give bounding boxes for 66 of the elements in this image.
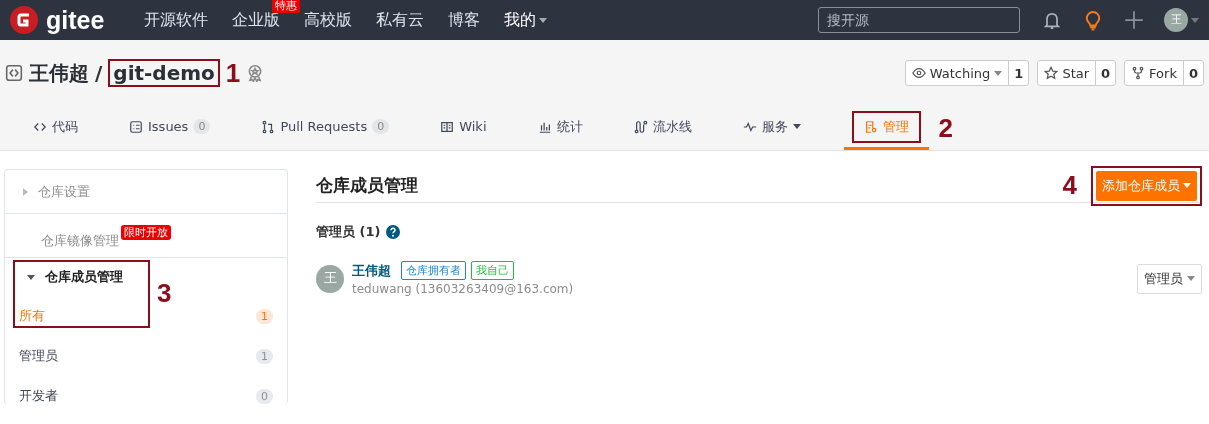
sidebar-section[interactable]: 仓库镜像管理 限时开放 [5, 214, 287, 258]
tab-count: 0 [372, 119, 390, 134]
caret-icon [1187, 276, 1195, 281]
pull-request-icon [261, 119, 276, 134]
pipeline-icon [633, 119, 648, 134]
document-gear-icon [863, 119, 878, 134]
nav-link[interactable]: 私有云 [376, 9, 425, 31]
repo-tab[interactable]: 代码 [25, 106, 86, 150]
caret-icon [1183, 183, 1191, 188]
callout-box: 管理 [851, 110, 921, 143]
action-count[interactable]: 0 [1096, 61, 1116, 85]
role-dropdown[interactable]: 管理员 [1137, 263, 1202, 294]
sidebar-item[interactable]: 开发者 0 [5, 376, 287, 404]
repo-tab[interactable]: Wiki [432, 106, 495, 150]
repo-tab[interactable]: 流水线 [625, 106, 700, 150]
nav-link[interactable]: 开源软件 [144, 9, 209, 31]
group-title: 管理员 (1) [316, 223, 381, 241]
promo-badge: 限时开放 [121, 225, 171, 240]
sidebar-section[interactable]: 仓库成员管理 [5, 258, 145, 296]
member-tag: 仓库拥有者 [401, 261, 466, 280]
help-icon[interactable] [386, 225, 401, 239]
bell-icon [1042, 10, 1062, 30]
repo-tab[interactable]: 统计 [529, 106, 591, 150]
repo-action-button[interactable]: Star [1038, 61, 1097, 85]
search-field[interactable]: 搜开源 [818, 7, 1020, 33]
sidebar-item[interactable]: 管理员 1 [5, 336, 287, 376]
tab-count: 0 [193, 119, 211, 134]
caret-down-icon [27, 274, 35, 280]
logo-text[interactable]: gitee [46, 5, 105, 35]
item-count: 1 [256, 308, 273, 324]
repo-action-button[interactable]: Watching [905, 61, 1010, 85]
member-email: teduwang (13603263409@163.com) [352, 282, 574, 296]
callout-number: 4 [1062, 170, 1077, 201]
checklist-icon [129, 119, 143, 134]
caret-icon [1191, 17, 1199, 23]
book-icon [440, 119, 455, 134]
nav-link[interactable]: 我的 [504, 9, 548, 31]
callout-number: 3 [157, 278, 172, 308]
fork-icon [1131, 66, 1146, 80]
path-separator: / [95, 61, 103, 85]
sidebar-section[interactable]: 仓库设置 [5, 170, 287, 214]
item-count: 0 [256, 388, 273, 404]
caret-right-icon [23, 187, 28, 196]
member-name[interactable]: 王伟超 [352, 261, 391, 280]
repo-owner[interactable]: 王伟超 [29, 59, 89, 87]
action-count[interactable]: 0 [1183, 61, 1203, 85]
item-count: 1 [256, 348, 273, 364]
repo-tab[interactable]: Issues 0 [121, 106, 219, 150]
callout-number: 1 [225, 57, 241, 89]
nav-badge: 特惠 [272, 0, 301, 13]
logo-icon [10, 6, 38, 34]
repo-tab[interactable]: 服务 [734, 106, 809, 150]
repo-icon [5, 64, 23, 82]
section-title: 仓库成员管理 [316, 174, 418, 197]
action-count[interactable]: 1 [1009, 61, 1029, 85]
nav-link[interactable]: 博客 [448, 9, 481, 31]
repo-name[interactable]: git-demo [113, 61, 215, 85]
nav-link[interactable]: 高校版 [304, 9, 353, 31]
member-tag: 我自己 [471, 261, 514, 280]
repo-tab[interactable]: Pull Requests 0 [253, 106, 398, 150]
plus-icon [1124, 10, 1144, 30]
pulse-icon [742, 119, 757, 134]
eye-icon [911, 66, 926, 80]
callout-number: 2 [938, 112, 953, 144]
repo-action-button[interactable]: Fork [1125, 61, 1184, 85]
star-icon [1044, 66, 1059, 80]
